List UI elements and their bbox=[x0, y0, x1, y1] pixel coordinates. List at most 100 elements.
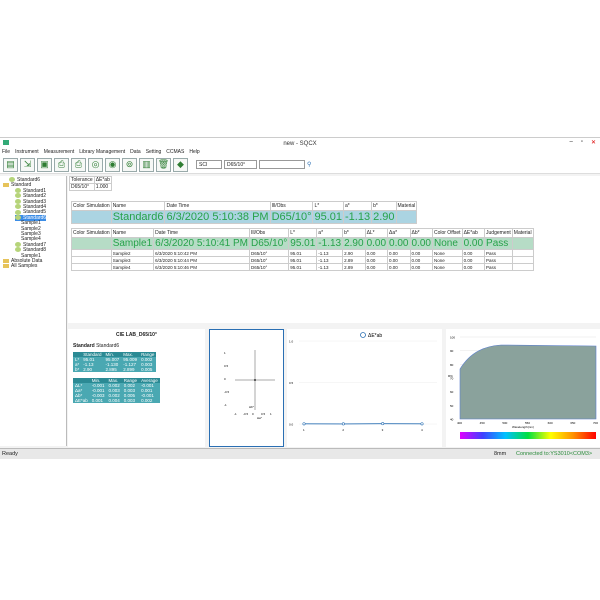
tolerance-de-header: ΔE*ab bbox=[93, 176, 112, 184]
maximize-icon[interactable]: ▫ bbox=[581, 139, 583, 146]
table-row[interactable]: Sample4 6/3/2020 5:10:46 PM D65/10° 95.01 -1… bbox=[71, 263, 534, 271]
table-cell: D65/10° bbox=[249, 256, 290, 264]
column-header[interactable]: Color Simulation bbox=[71, 201, 112, 211]
menu-setting[interactable]: Setting bbox=[146, 149, 162, 156]
illuminant-select[interactable]: D65/10° bbox=[224, 160, 257, 169]
menu-instrument[interactable]: Instrument bbox=[15, 149, 39, 156]
tolerance-value[interactable]: 1.000 bbox=[93, 183, 112, 191]
column-header[interactable]: b* bbox=[342, 228, 366, 238]
column-header[interactable]: Δa* bbox=[387, 228, 411, 238]
table-cell: Sample3 bbox=[110, 256, 155, 264]
table-cell: -1.13 bbox=[316, 249, 344, 257]
minimize-icon[interactable]: – bbox=[569, 139, 572, 146]
tolerance-table: Tolerance ΔE*ab D65/10° 1.000 bbox=[69, 176, 112, 191]
column-header[interactable]: Material bbox=[395, 201, 418, 211]
table-cell: 6/3/2020 5:10:41 PM bbox=[153, 237, 251, 250]
menu-file[interactable]: File bbox=[2, 149, 10, 156]
stats-cell: 0.003 bbox=[121, 398, 140, 403]
color-icon[interactable]: ◆ bbox=[173, 157, 188, 172]
delete-icon[interactable]: 🗑 bbox=[156, 157, 171, 172]
table-cell: 0.00 bbox=[461, 237, 486, 250]
table-cell: None bbox=[431, 256, 463, 264]
table-cell: 6/3/2020 5:10:46 PM bbox=[153, 263, 251, 271]
table-cell: 2.89 bbox=[342, 263, 366, 271]
table-row[interactable]: Sample2 6/3/2020 5:10:42 PM D65/10° 95.01 -1… bbox=[71, 249, 534, 257]
column-header[interactable]: Color Offset bbox=[431, 228, 463, 238]
spectrum-color-bar bbox=[460, 432, 596, 439]
tree-item[interactable]: All Samples bbox=[3, 263, 37, 269]
column-header[interactable]: Name bbox=[110, 228, 155, 238]
search-icon[interactable]: ⚲ bbox=[307, 161, 311, 168]
data-point bbox=[254, 379, 256, 381]
column-header[interactable]: b* bbox=[371, 201, 397, 211]
table-cell bbox=[511, 256, 534, 264]
stats-cell: b* bbox=[73, 367, 82, 372]
menu-ccmas[interactable]: CCMAS bbox=[166, 149, 184, 156]
menu-help[interactable]: Help bbox=[189, 149, 199, 156]
column-header[interactable]: L* bbox=[288, 228, 318, 238]
menu-data[interactable]: Data bbox=[130, 149, 141, 156]
target3-icon[interactable]: ⊚ bbox=[122, 157, 137, 172]
toolbar: ▤ ⇲ ▣ ⎙ ⎙ ◎ ◉ ⊚ ▥ 🗑 ◆ SCI D65/10° ⚲ bbox=[0, 156, 600, 174]
table-cell: 0.00 bbox=[387, 256, 411, 264]
table-row[interactable]: Standard6 6/3/2020 5:10:38 PM D65/10° 95.01… bbox=[71, 210, 418, 224]
close-icon[interactable]: ✕ bbox=[591, 139, 596, 146]
column-header[interactable]: Δb* bbox=[409, 228, 433, 238]
stats-title: CIE LAB_D65/10° bbox=[116, 332, 157, 338]
table-cell: Sample4 bbox=[110, 263, 155, 271]
column-header[interactable]: Ill/Obs bbox=[249, 228, 290, 238]
column-header[interactable]: a* bbox=[316, 228, 344, 238]
table-cell: 0.00 bbox=[364, 237, 389, 250]
import-icon[interactable]: ⇲ bbox=[20, 157, 35, 172]
table-cell: 2.89 bbox=[342, 256, 366, 264]
column-header[interactable]: a* bbox=[342, 201, 373, 211]
column-header[interactable]: Name bbox=[110, 201, 166, 211]
stats-cell: 2.899 bbox=[121, 367, 140, 372]
column-header[interactable]: Date Time bbox=[164, 201, 271, 211]
tolerance-illum[interactable]: D65/10° bbox=[69, 183, 95, 191]
menu-measurement[interactable]: Measurement bbox=[44, 149, 75, 156]
column-header[interactable]: Color Simulation bbox=[71, 228, 112, 238]
y-tick-label: 80 bbox=[450, 363, 454, 367]
target-icon[interactable]: ◎ bbox=[88, 157, 103, 172]
column-header[interactable]: Material bbox=[511, 228, 534, 238]
column-header[interactable]: L* bbox=[312, 201, 344, 211]
table-row[interactable]: Sample1 6/3/2020 5:10:41 PM D65/10° 95.01 -1… bbox=[71, 237, 534, 250]
column-header[interactable]: ΔL* bbox=[364, 228, 389, 238]
new-icon[interactable]: ▤ bbox=[3, 157, 18, 172]
y-tick-label: 40 bbox=[450, 418, 454, 422]
save-icon[interactable]: ▣ bbox=[37, 157, 52, 172]
x-tick-label: -1 bbox=[234, 412, 237, 416]
print-result-icon[interactable]: ⎙ bbox=[71, 157, 86, 172]
tree-panel: Standard6 Standard Standard1 Standard2 Stand… bbox=[0, 176, 67, 446]
menu-library-management[interactable]: Library Management bbox=[79, 149, 125, 156]
x-tick-label: 500 bbox=[502, 421, 507, 425]
table-cell: 0.00 bbox=[387, 249, 411, 257]
window-title: new - SQCX bbox=[283, 140, 317, 147]
table-cell: 0.00 bbox=[409, 263, 433, 271]
chart-icon[interactable]: ▥ bbox=[139, 157, 154, 172]
sci-select[interactable]: SCI bbox=[196, 160, 222, 169]
stats-cell: 2.90 bbox=[81, 367, 104, 372]
print-icon[interactable]: ⎙ bbox=[54, 157, 69, 172]
table-row[interactable]: Sample3 6/3/2020 5:10:44 PM D65/10° 95.01 -1… bbox=[71, 256, 534, 264]
table-cell: -1.13 bbox=[316, 237, 344, 250]
column-header[interactable]: Date Time bbox=[153, 228, 251, 238]
table-cell: 0.00 bbox=[409, 256, 433, 264]
table-cell: 6/3/2020 5:10:44 PM bbox=[153, 256, 251, 264]
illuminant-value: D65/10° bbox=[227, 161, 246, 168]
column-header[interactable]: Ill/Obs bbox=[269, 201, 314, 211]
column-header[interactable]: ΔE*ab bbox=[461, 228, 486, 238]
de-data-point bbox=[381, 422, 385, 426]
column-header[interactable]: Judgement bbox=[484, 228, 513, 238]
search-input[interactable] bbox=[259, 160, 305, 169]
aperture-label: 8mm bbox=[494, 451, 507, 457]
table-cell: D65/10° bbox=[249, 237, 290, 250]
x-tick-label: 3 bbox=[382, 428, 384, 432]
x-axis-label: Δa* bbox=[257, 416, 263, 420]
standard-table: Color Simulation Name Date Time Ill/Obs L* a*… bbox=[71, 201, 418, 224]
table-cell bbox=[71, 256, 112, 264]
target2-icon[interactable]: ◉ bbox=[105, 157, 120, 172]
de-data-point bbox=[302, 422, 306, 426]
table-cell: 0.00 bbox=[461, 249, 486, 257]
